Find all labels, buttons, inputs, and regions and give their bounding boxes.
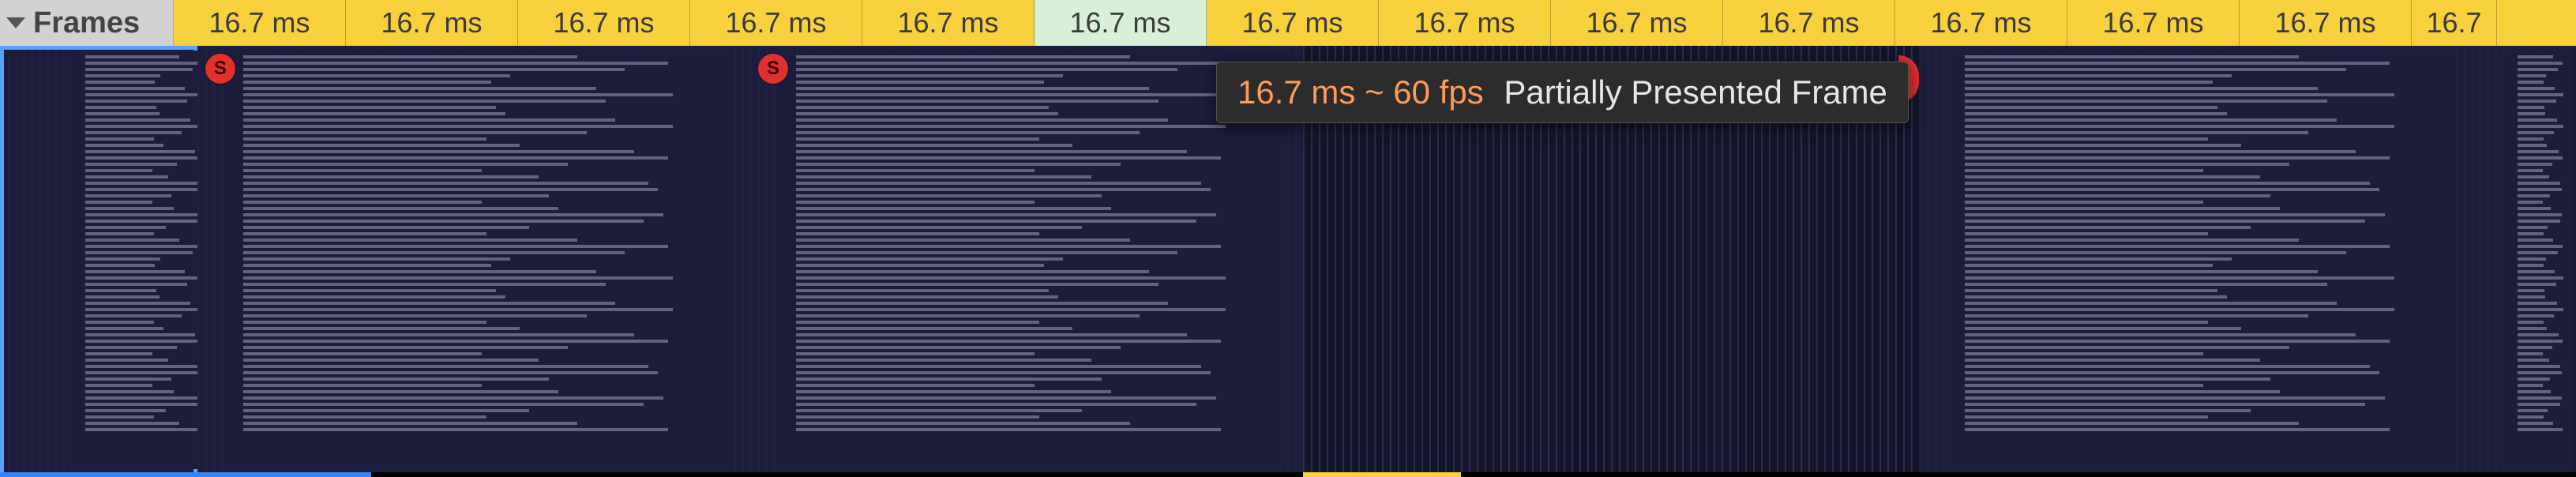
frame-cell-8[interactable]: 16.7 ms	[1551, 0, 1723, 46]
frame-cell-4[interactable]: 16.7 ms	[862, 0, 1035, 46]
page-preview	[229, 51, 734, 469]
screenshot-thumb-5[interactable]	[2472, 46, 2574, 477]
layout-shift-icon: S	[758, 54, 788, 84]
screenshot-thumb-1[interactable]: S	[197, 46, 750, 477]
frame-cell-3[interactable]: 16.7 ms	[690, 0, 862, 46]
frame-cell-13[interactable]: 16.7	[2412, 0, 2497, 46]
page-preview	[2503, 51, 2574, 469]
collapse-icon[interactable]	[6, 17, 25, 28]
frame-cell-9[interactable]: 16.7 ms	[1723, 0, 1895, 46]
tooltip-fps: 16.7 ms ~ 60 fps	[1237, 73, 1484, 111]
frames-label-text: Frames	[33, 6, 140, 40]
page-preview	[1951, 51, 2456, 469]
frames-header: Frames 16.7 ms16.7 ms16.7 ms16.7 ms16.7 …	[0, 0, 2576, 46]
frame-cell-1[interactable]: 16.7 ms	[346, 0, 518, 46]
layout-shift-icon: S	[205, 54, 235, 84]
frame-tooltip: 16.7 ms ~ 60 fps Partially Presented Fra…	[1216, 62, 1909, 123]
frame-cell-0[interactable]: 16.7 ms	[174, 0, 346, 46]
tooltip-status: Partially Presented Frame	[1504, 73, 1887, 111]
frame-cell-2[interactable]: 16.7 ms	[518, 0, 690, 46]
bottom-progress-yellow	[1303, 472, 1461, 477]
frames-track-label[interactable]: Frames	[0, 0, 174, 46]
screenshot-thumb-0[interactable]	[0, 46, 197, 477]
frame-cell-7[interactable]: 16.7 ms	[1379, 0, 1551, 46]
frame-cell-11[interactable]: 16.7 ms	[2067, 0, 2240, 46]
bottom-strip	[0, 472, 2576, 477]
page-preview	[782, 51, 1287, 469]
frame-cell-12[interactable]: 16.7 ms	[2240, 0, 2412, 46]
screenshot-thumb-4[interactable]	[1919, 46, 2472, 477]
frame-cell-10[interactable]: 16.7 ms	[1895, 0, 2067, 46]
frame-cell-6[interactable]: 16.7 ms	[1207, 0, 1379, 46]
frame-cell-5[interactable]: 16.7 ms	[1035, 0, 1207, 46]
bottom-progress-blue	[0, 472, 371, 477]
page-preview	[71, 51, 197, 469]
